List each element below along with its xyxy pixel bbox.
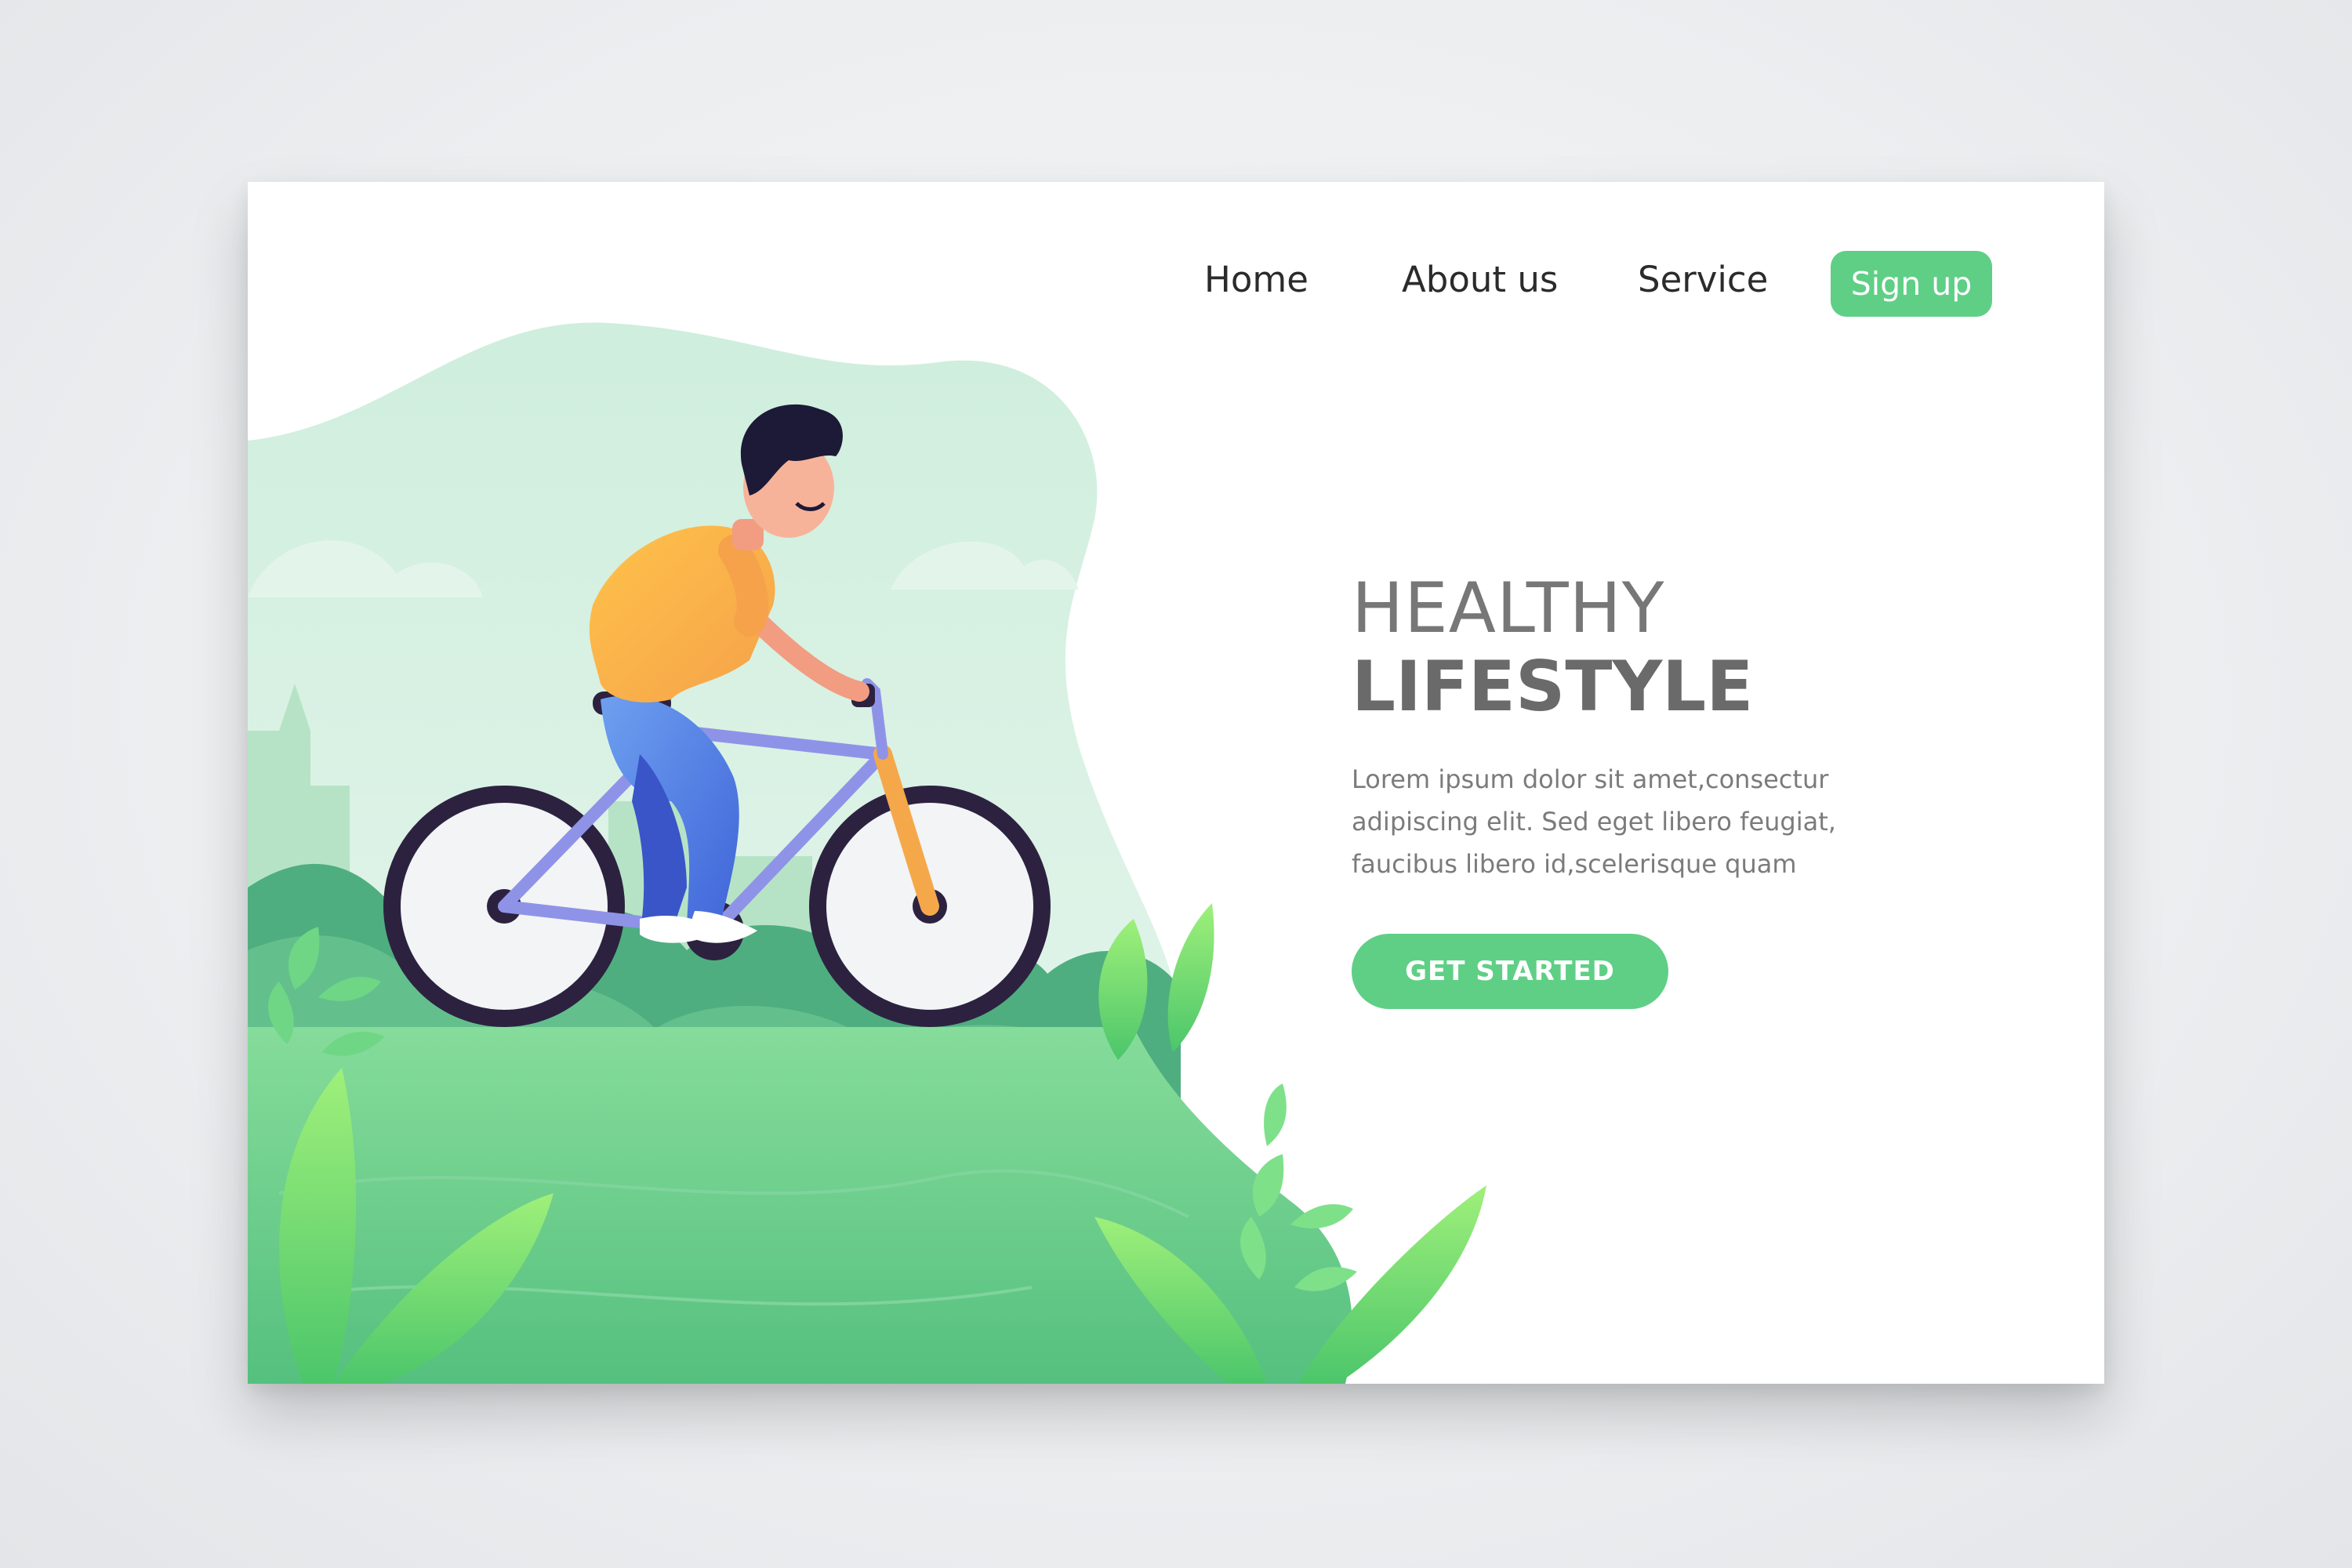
hero-title-line2: LIFESTYLE xyxy=(1352,646,1754,727)
nav-service-link[interactable]: Service xyxy=(1638,245,1768,315)
nav-about-link[interactable]: About us xyxy=(1402,245,1558,315)
get-started-button[interactable]: GET STARTED xyxy=(1352,934,1668,1009)
landing-page-card: Home About us Service Sign up HEALTHY LI… xyxy=(248,182,2104,1384)
nav-home-link[interactable]: Home xyxy=(1204,245,1308,315)
hero-title-line1: HEALTHY xyxy=(1352,568,1665,648)
hero-description: Lorem ipsum dolor sit amet,consectur adi… xyxy=(1352,764,1836,879)
signup-button[interactable]: Sign up xyxy=(1831,251,1992,317)
top-nav: Home About us Service Sign up xyxy=(248,245,2104,317)
hero-title: HEALTHY LIFESTYLE xyxy=(1352,574,1753,721)
